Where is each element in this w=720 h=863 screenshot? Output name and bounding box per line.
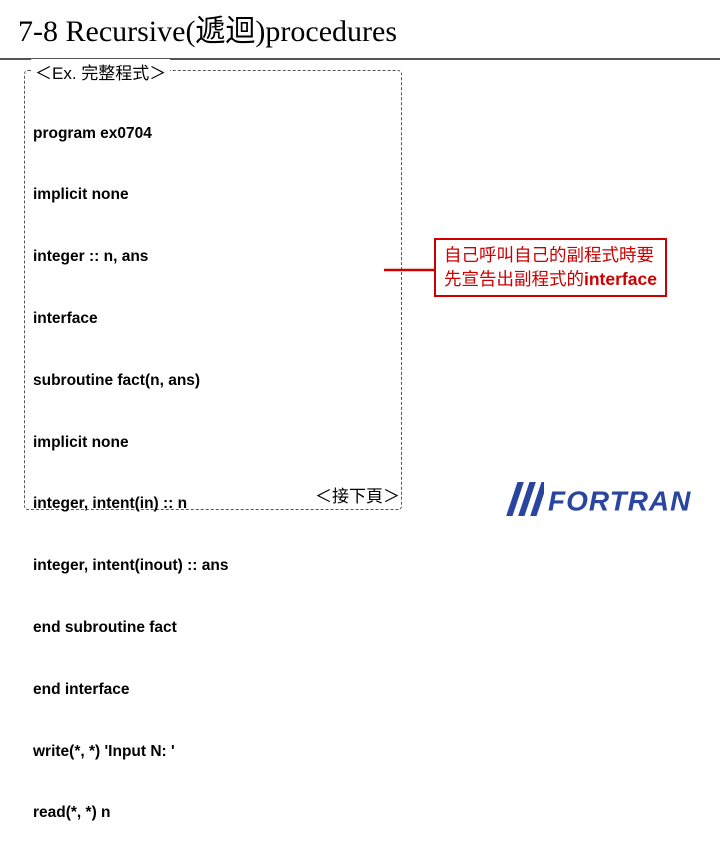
next-page-note: ＜接下頁＞ [315, 482, 400, 507]
callout-line2-iface: interface [584, 269, 657, 289]
code-line: integer, intent(inout) :: ans [33, 554, 393, 583]
legend-right: 完整程式＞ [81, 64, 166, 83]
code-line: subroutine fact(n, ans) [33, 369, 393, 398]
slide-body: ＜Ex. 完整程式＞ program ex0704 implicit none … [0, 70, 720, 510]
code-line: implicit none [33, 431, 393, 460]
code-block: program ex0704 implicit none integer :: … [33, 89, 393, 863]
interface-keyword: interface [33, 310, 106, 327]
callout-line2: 先宣告出副程式的interface [444, 268, 657, 292]
logo-slashes-icon [504, 482, 544, 521]
code-line: integer :: n, ans [33, 245, 393, 274]
code-line: implicit none [33, 183, 393, 212]
code-line: end interface [33, 678, 393, 707]
example-box: ＜Ex. 完整程式＞ program ex0704 implicit none … [24, 70, 402, 510]
logo-text: FORTRAN [548, 486, 691, 517]
legend-left: ＜Ex. [35, 64, 77, 83]
slide-title: 7-8 Recursive(遞迴)procedures [0, 0, 720, 60]
callout-box: 自己呼叫自己的副程式時要 先宣告出副程式的interface [434, 238, 667, 297]
code-line: write(*, *) 'Input N: ' [33, 740, 393, 769]
code-line: read(*, *) n [33, 801, 393, 830]
code-line: program ex0704 [33, 122, 393, 151]
callout-line1: 自己呼叫自己的副程式時要 [444, 244, 657, 268]
code-line: interface [33, 307, 393, 336]
fortran-logo: FORTRAN [504, 482, 704, 524]
code-line: end subroutine fact [33, 616, 393, 645]
example-legend: ＜Ex. 完整程式＞ [31, 59, 170, 84]
callout-line2-pre: 先宣告出副程式的 [444, 269, 584, 289]
